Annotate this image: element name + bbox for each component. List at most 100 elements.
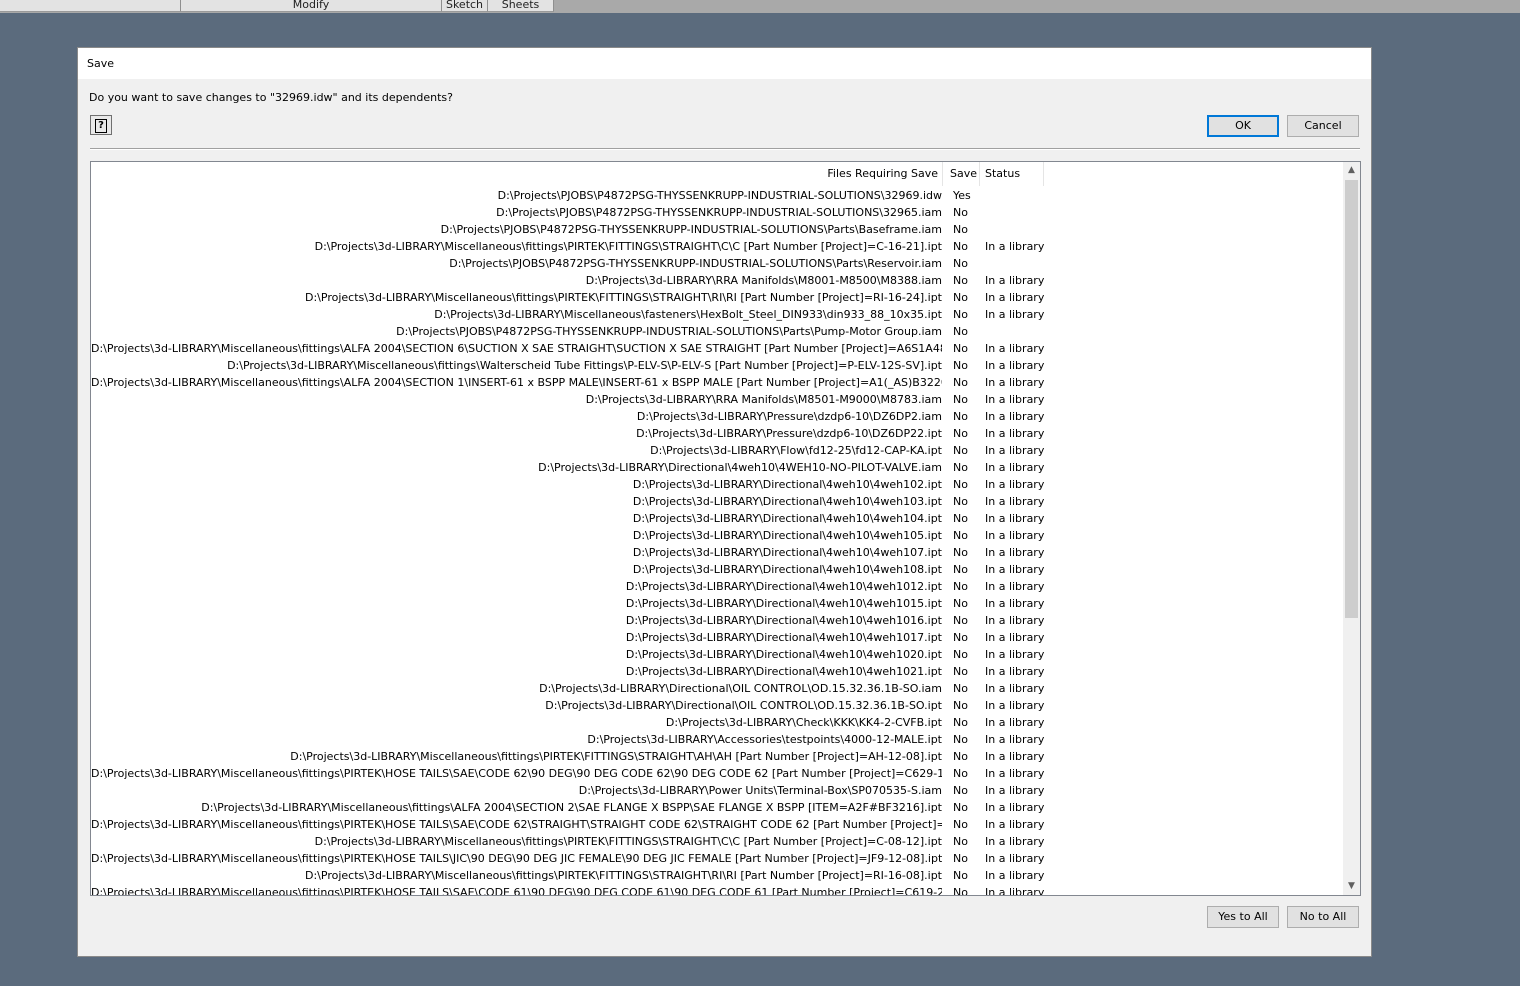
list-item[interactable]: D:\Projects\3d-LIBRARY\Miscellaneous\fit… [91,289,1343,306]
save-flag[interactable]: No [953,782,983,799]
save-flag[interactable]: No [953,340,983,357]
list-item[interactable]: D:\Projects\3d-LIBRARY\Directional\4weh1… [91,527,1343,544]
save-flag[interactable]: No [953,442,983,459]
save-flag[interactable]: No [953,612,983,629]
save-flag[interactable]: No [953,765,983,782]
save-flag[interactable]: No [953,323,983,340]
ribbon-tab-modify[interactable]: Modify [181,0,442,12]
no-to-all-button[interactable]: No to All [1287,906,1359,928]
ok-button[interactable]: OK [1207,115,1279,137]
list-item[interactable]: D:\Projects\3d-LIBRARY\Miscellaneous\fit… [91,748,1343,765]
list-item[interactable]: D:\Projects\3d-LIBRARY\Directional\4weh1… [91,646,1343,663]
list-item[interactable]: D:\Projects\3d-LIBRARY\Directional\4weh1… [91,663,1343,680]
save-flag[interactable]: No [953,459,983,476]
list-item[interactable]: D:\Projects\3d-LIBRARY\Miscellaneous\fit… [91,765,1343,782]
save-flag[interactable]: No [953,527,983,544]
scroll-down-icon[interactable]: ▼ [1343,878,1360,895]
list-item[interactable]: D:\Projects\3d-LIBRARY\Directional\OIL C… [91,680,1343,697]
save-flag[interactable]: No [953,578,983,595]
save-flag[interactable]: No [953,748,983,765]
list-item[interactable]: D:\Projects\3d-LIBRARY\Miscellaneous\fit… [91,816,1343,833]
scroll-up-icon[interactable]: ▲ [1343,162,1360,179]
scroll-thumb[interactable] [1345,180,1358,618]
save-flag[interactable]: No [953,425,983,442]
save-flag[interactable]: No [953,816,983,833]
save-flag[interactable]: Yes [953,187,983,204]
save-flag[interactable]: No [953,510,983,527]
save-flag[interactable]: No [953,476,983,493]
ribbon-tab-sheets[interactable]: Sheets [488,0,554,12]
save-flag[interactable]: No [953,272,983,289]
save-flag[interactable]: No [953,255,983,272]
save-flag[interactable]: No [953,663,983,680]
list-item[interactable]: D:\Projects\3d-LIBRARY\Miscellaneous\fit… [91,884,1343,895]
save-flag[interactable]: No [953,357,983,374]
save-flag[interactable]: No [953,884,983,895]
list-item[interactable]: D:\Projects\PJOBS\P4872PSG-THYSSENKRUPP-… [91,204,1343,221]
save-flag[interactable]: No [953,697,983,714]
list-item[interactable]: D:\Projects\3d-LIBRARY\Miscellaneous\fas… [91,306,1343,323]
list-item[interactable]: D:\Projects\3d-LIBRARY\Directional\4weh1… [91,476,1343,493]
list-item[interactable]: D:\Projects\3d-LIBRARY\Miscellaneous\fit… [91,833,1343,850]
save-flag[interactable]: No [953,850,983,867]
save-flag[interactable]: No [953,595,983,612]
list-item[interactable]: D:\Projects\3d-LIBRARY\Directional\4weh1… [91,561,1343,578]
list-item[interactable]: D:\Projects\3d-LIBRARY\Miscellaneous\fit… [91,850,1343,867]
list-item[interactable]: D:\Projects\3d-LIBRARY\Directional\4weh1… [91,510,1343,527]
list-item[interactable]: D:\Projects\3d-LIBRARY\Check\KKK\KK4-2-C… [91,714,1343,731]
yes-to-all-button[interactable]: Yes to All [1207,906,1279,928]
column-header-save[interactable]: Save [944,162,980,186]
list-item[interactable]: D:\Projects\3d-LIBRARY\Miscellaneous\fit… [91,340,1343,357]
list-item[interactable]: D:\Projects\3d-LIBRARY\Directional\4weh1… [91,629,1343,646]
list-item[interactable]: D:\Projects\3d-LIBRARY\Directional\4weh1… [91,578,1343,595]
save-flag[interactable]: No [953,204,983,221]
list-item[interactable]: D:\Projects\3d-LIBRARY\Directional\4weh1… [91,612,1343,629]
cancel-button[interactable]: Cancel [1287,115,1359,137]
vertical-scrollbar[interactable]: ▲ ▼ [1343,162,1360,895]
save-flag[interactable]: No [953,731,983,748]
save-flag[interactable]: No [953,289,983,306]
save-flag[interactable]: No [953,374,983,391]
save-flag[interactable]: No [953,680,983,697]
list-item[interactable]: D:\Projects\3d-LIBRARY\Directional\OIL C… [91,697,1343,714]
list-item[interactable]: D:\Projects\3d-LIBRARY\Accessories\testp… [91,731,1343,748]
list-item[interactable]: D:\Projects\3d-LIBRARY\Pressure\dzdp6-10… [91,425,1343,442]
list-item[interactable]: D:\Projects\3d-LIBRARY\Miscellaneous\fit… [91,867,1343,884]
save-flag[interactable]: No [953,833,983,850]
column-header-status[interactable]: Status [981,162,1044,186]
save-flag[interactable]: No [953,646,983,663]
ribbon-tab-sketch[interactable]: Sketch [442,0,488,12]
list-item[interactable]: D:\Projects\PJOBS\P4872PSG-THYSSENKRUPP-… [91,187,1343,204]
list-item[interactable]: D:\Projects\PJOBS\P4872PSG-THYSSENKRUPP-… [91,323,1343,340]
save-flag[interactable]: No [953,238,983,255]
save-flag[interactable]: No [953,221,983,238]
list-item[interactable]: D:\Projects\3d-LIBRARY\Miscellaneous\fit… [91,799,1343,816]
files-list[interactable]: Files Requiring Save Save Status D:\Proj… [90,161,1361,896]
save-flag[interactable]: No [953,799,983,816]
list-item[interactable]: D:\Projects\3d-LIBRARY\Directional\4weh1… [91,544,1343,561]
save-flag[interactable]: No [953,561,983,578]
save-flag[interactable]: No [953,629,983,646]
list-item[interactable]: D:\Projects\3d-LIBRARY\Power Units\Termi… [91,782,1343,799]
list-item[interactable]: D:\Projects\3d-LIBRARY\RRA Manifolds\M85… [91,391,1343,408]
list-item[interactable]: D:\Projects\3d-LIBRARY\Miscellaneous\fit… [91,357,1343,374]
list-item[interactable]: D:\Projects\PJOBS\P4872PSG-THYSSENKRUPP-… [91,255,1343,272]
list-item[interactable]: D:\Projects\3d-LIBRARY\Pressure\dzdp6-10… [91,408,1343,425]
list-item[interactable]: D:\Projects\3d-LIBRARY\Directional\4weh1… [91,493,1343,510]
save-flag[interactable]: No [953,867,983,884]
dialog-titlebar[interactable]: Save [78,48,1371,79]
save-flag[interactable]: No [953,306,983,323]
list-item[interactable]: D:\Projects\3d-LIBRARY\Directional\4weh1… [91,595,1343,612]
list-item[interactable]: D:\Projects\3d-LIBRARY\Miscellaneous\fit… [91,374,1343,391]
save-flag[interactable]: No [953,544,983,561]
list-item[interactable]: D:\Projects\3d-LIBRARY\Miscellaneous\fit… [91,238,1343,255]
save-flag[interactable]: No [953,408,983,425]
list-item[interactable]: D:\Projects\PJOBS\P4872PSG-THYSSENKRUPP-… [91,221,1343,238]
list-item[interactable]: D:\Projects\3d-LIBRARY\Flow\fd12-25\fd12… [91,442,1343,459]
list-item[interactable]: D:\Projects\3d-LIBRARY\Directional\4weh1… [91,459,1343,476]
save-flag[interactable]: No [953,493,983,510]
list-item[interactable]: D:\Projects\3d-LIBRARY\RRA Manifolds\M80… [91,272,1343,289]
save-flag[interactable]: No [953,391,983,408]
column-header-files[interactable]: Files Requiring Save [91,162,943,186]
help-button[interactable]: ? [90,115,112,135]
